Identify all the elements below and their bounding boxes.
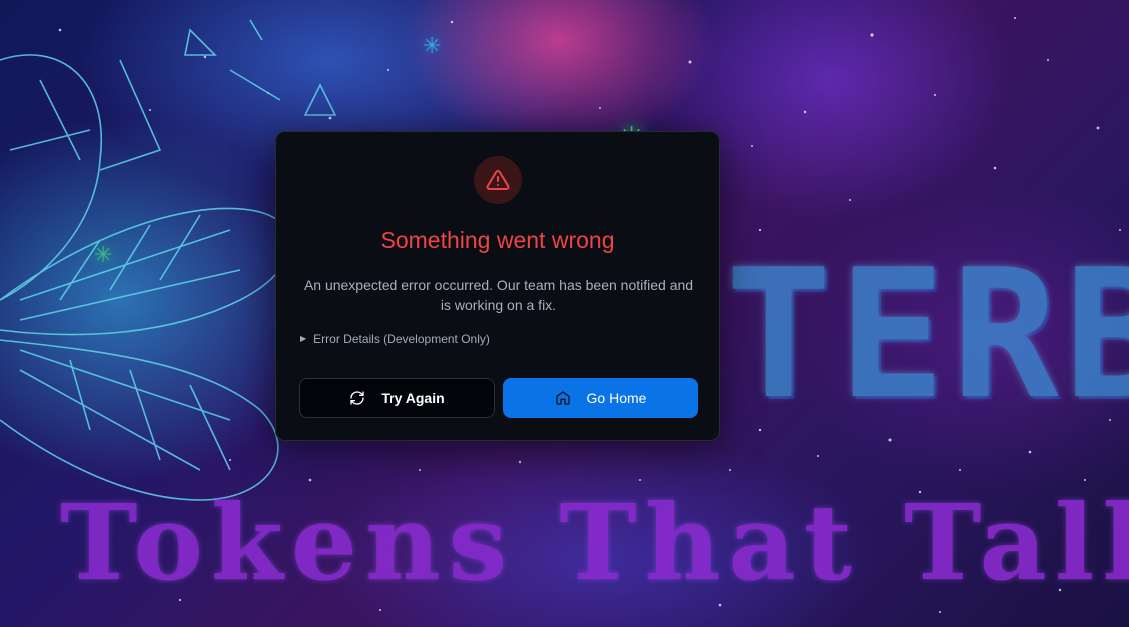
sparkle-icon: ✳ <box>423 33 442 58</box>
sparkle-icon: ✳ <box>94 242 113 267</box>
go-home-button[interactable]: Go Home <box>503 378 698 418</box>
error-title: Something went wrong <box>380 227 615 253</box>
background-banner-word: TERBY <box>725 231 1129 438</box>
background-tagline: Tokens That Talk <box>60 481 1129 604</box>
home-icon <box>555 390 571 406</box>
error-details-toggle[interactable]: ▶ Error Details (Development Only) <box>300 331 490 347</box>
alert-triangle-icon <box>486 168 510 192</box>
error-dialog: Something went wrong An unexpected error… <box>275 131 720 441</box>
app-background: TERBY Tokens That Talk ✳ ✳ ✳ Something w… <box>0 0 1129 627</box>
caret-right-icon: ▶ <box>300 334 307 343</box>
alert-badge <box>474 156 522 204</box>
go-home-label: Go Home <box>586 390 647 406</box>
try-again-label: Try Again <box>381 390 445 406</box>
try-again-button[interactable]: Try Again <box>299 378 495 418</box>
refresh-icon <box>349 390 365 406</box>
error-details-label: Error Details (Development Only) <box>313 332 490 346</box>
error-message: An unexpected error occurred. Our team h… <box>303 277 694 313</box>
